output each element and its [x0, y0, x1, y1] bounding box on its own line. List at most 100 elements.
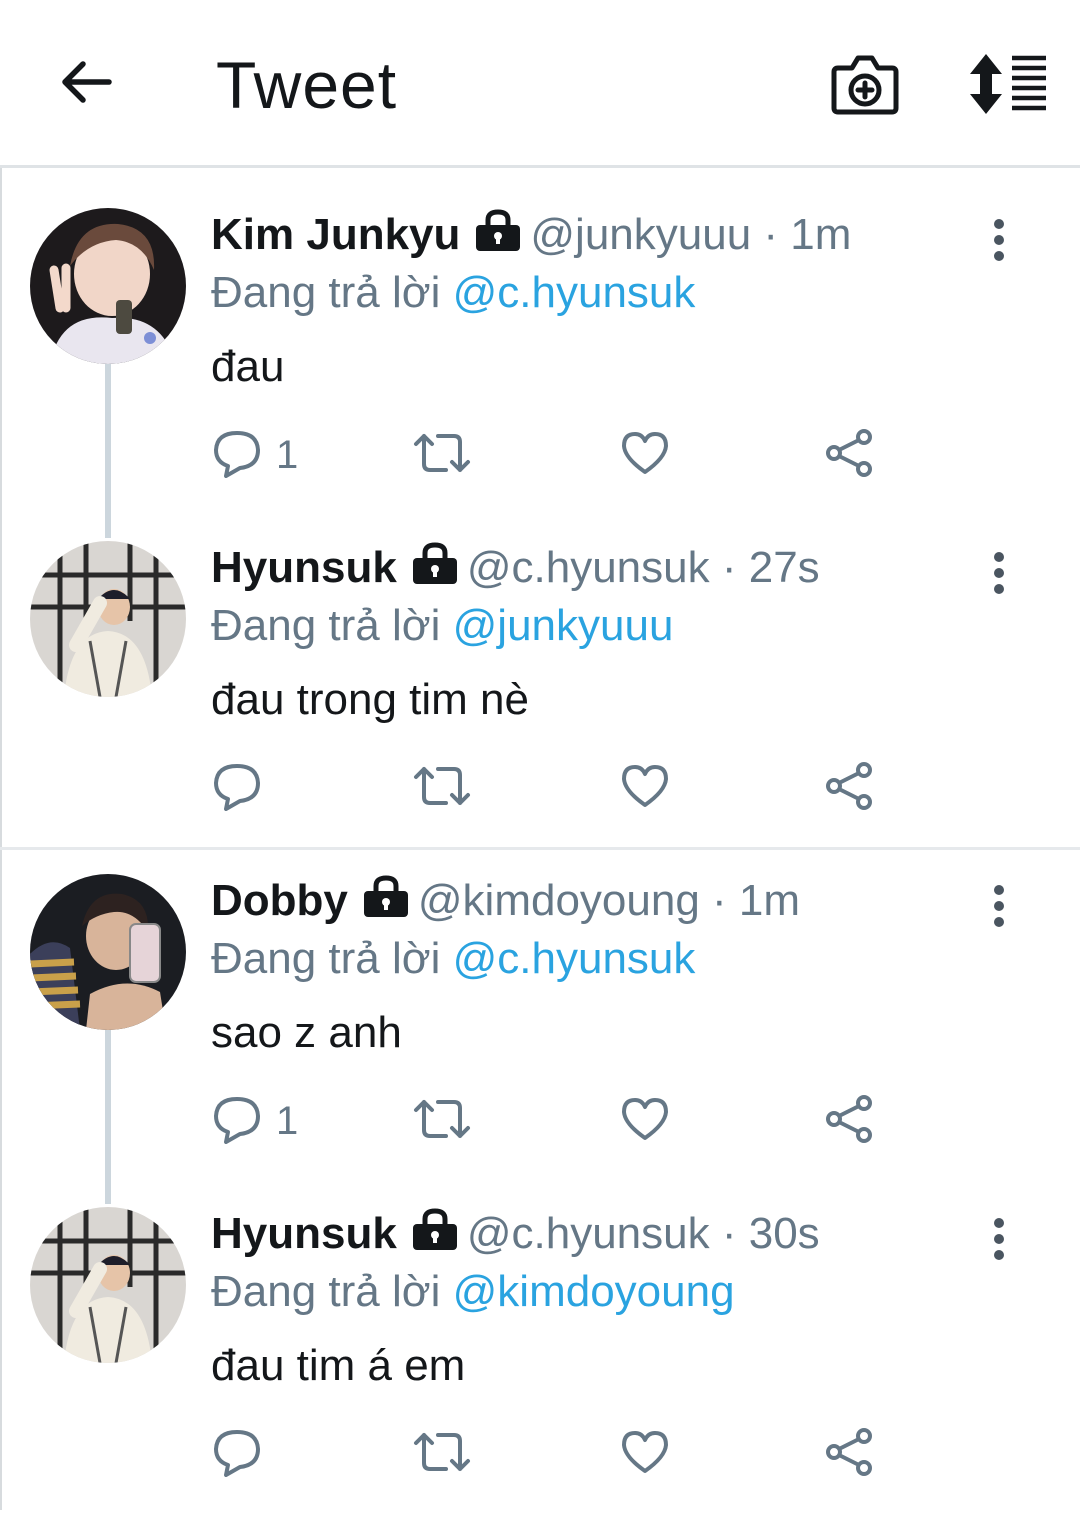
- replying-to-handle[interactable]: @kimdoyoung: [453, 1267, 735, 1316]
- avatar-image: [30, 541, 186, 697]
- replying-prefix: Đang trả lời: [211, 268, 441, 317]
- replying-to-handle[interactable]: @c.hyunsuk: [453, 268, 696, 317]
- meta-separator: ·: [709, 1209, 749, 1258]
- heart-icon: [622, 1098, 668, 1140]
- like-button[interactable]: [620, 1094, 672, 1150]
- share-button[interactable]: [824, 1427, 876, 1483]
- heart-icon: [622, 1431, 668, 1473]
- share-icon: [826, 429, 872, 477]
- display-name[interactable]: Hyunsuk: [211, 543, 397, 592]
- replying-to-handle[interactable]: @c.hyunsuk: [453, 934, 696, 983]
- tweet-meta: Hyunsuk @c.hyunsuk · 27s: [211, 541, 820, 595]
- more-options-button[interactable]: [984, 549, 1014, 597]
- lock-icon: [412, 542, 457, 584]
- retweet-button[interactable]: [412, 1094, 472, 1150]
- like-button[interactable]: [620, 761, 672, 817]
- tweet-meta: Hyunsuk @c.hyunsuk · 30s: [211, 1207, 820, 1261]
- reply-count: 1: [276, 433, 299, 477]
- retweet-icon: [414, 1433, 470, 1471]
- more-options-button[interactable]: [984, 216, 1014, 264]
- tweet-text: đau: [211, 342, 285, 391]
- replying-prefix: Đang trả lời: [211, 1267, 441, 1316]
- replying-to-handle[interactable]: @junkyuuu: [453, 601, 674, 650]
- avatar[interactable]: [30, 208, 186, 364]
- more-vertical-icon: [994, 219, 1004, 261]
- lock-icon: [412, 1208, 457, 1250]
- tweet-text: sao z anh: [211, 1008, 402, 1057]
- timestamp: 27s: [748, 543, 820, 592]
- meta-separator: ·: [751, 210, 791, 259]
- like-button[interactable]: [620, 1427, 672, 1483]
- tweet-meta: Dobby @kimdoyoung · 1m: [211, 874, 800, 928]
- tweet-item[interactable]: Hyunsuk @c.hyunsuk · 30s Đang trả lời @ki…: [0, 1199, 1080, 1531]
- back-button[interactable]: [55, 52, 115, 112]
- more-options-button[interactable]: [984, 882, 1014, 930]
- retweet-icon: [414, 767, 470, 805]
- thread-divider: [0, 847, 1080, 850]
- lock-icon: [476, 209, 521, 251]
- like-button[interactable]: [620, 428, 672, 484]
- retweet-button[interactable]: [412, 1427, 472, 1483]
- tweet-item[interactable]: Dobby @kimdoyoung · 1m Đang trả lời @c.hy…: [0, 866, 1080, 1198]
- replying-to-line: Đang trả lời @c.hyunsuk: [211, 932, 695, 986]
- more-vertical-icon: [994, 1218, 1004, 1260]
- reply-button[interactable]: 1: [212, 428, 322, 484]
- replying-to-line: Đang trả lời @c.hyunsuk: [211, 266, 695, 320]
- timestamp: 1m: [790, 210, 852, 259]
- replying-to-line: Đang trả lời @junkyuuu: [211, 599, 673, 653]
- more-vertical-icon: [994, 552, 1004, 594]
- meta-separator: ·: [699, 876, 739, 925]
- share-icon: [826, 762, 872, 810]
- share-icon: [826, 1428, 872, 1476]
- add-photo-button[interactable]: [830, 50, 900, 118]
- heart-icon: [622, 765, 668, 807]
- display-name[interactable]: Hyunsuk: [211, 1209, 397, 1258]
- user-handle: @c.hyunsuk: [466, 1209, 710, 1258]
- reply-bubble-icon: [214, 431, 260, 478]
- sort-order-icon: [970, 54, 1046, 114]
- replying-prefix: Đang trả lời: [211, 934, 441, 983]
- avatar[interactable]: [30, 874, 186, 1030]
- lock-icon: [363, 875, 408, 917]
- tweet-meta: Kim Junkyu @junkyuuu · 1m: [211, 208, 851, 262]
- tweet-text: đau trong tim nè: [211, 675, 529, 724]
- reply-bubble-icon: [214, 1097, 260, 1144]
- avatar-image: [30, 874, 186, 1030]
- camera-plus-icon: [831, 55, 899, 115]
- retweet-button[interactable]: [412, 761, 472, 817]
- meta-separator: ·: [709, 543, 749, 592]
- retweet-icon: [414, 1100, 470, 1138]
- share-button[interactable]: [824, 428, 876, 484]
- reply-bubble-icon: [214, 764, 260, 811]
- more-options-button[interactable]: [984, 1215, 1014, 1263]
- heart-icon: [622, 432, 668, 474]
- arrow-left-icon: [62, 61, 112, 103]
- user-handle: @c.hyunsuk: [466, 543, 710, 592]
- top-app-bar: Tweet: [0, 0, 1080, 168]
- share-icon: [826, 1095, 872, 1143]
- reply-button[interactable]: 1: [212, 1094, 322, 1150]
- avatar[interactable]: [30, 541, 186, 697]
- avatar[interactable]: [30, 1207, 186, 1363]
- avatar-image: [30, 208, 186, 364]
- replying-to-line: Đang trả lời @kimdoyoung: [211, 1265, 735, 1319]
- page-title: Tweet: [216, 48, 398, 122]
- retweet-button[interactable]: [412, 428, 472, 484]
- timestamp: 1m: [738, 876, 801, 925]
- sort-button[interactable]: [968, 52, 1048, 116]
- tweet-item[interactable]: Kim Junkyu @junkyuuu · 1m Đang trả lời @c…: [0, 200, 1080, 532]
- thread-group: Kim Junkyu @junkyuuu · 1m Đang trả lời @c…: [0, 200, 1080, 848]
- share-button[interactable]: [824, 761, 876, 817]
- avatar-image: [30, 1207, 186, 1363]
- thread-group: Dobby @kimdoyoung · 1m Đang trả lời @c.hy…: [0, 866, 1080, 1510]
- timestamp: 30s: [748, 1209, 820, 1258]
- tweet-item[interactable]: Hyunsuk @c.hyunsuk · 27s Đang trả lời @ju…: [0, 533, 1080, 865]
- share-button[interactable]: [824, 1094, 876, 1150]
- tweet-text: đau tim á em: [211, 1341, 466, 1390]
- reply-button[interactable]: [212, 1427, 322, 1483]
- reply-button[interactable]: [212, 761, 322, 817]
- display-name[interactable]: Kim Junkyu: [211, 210, 460, 259]
- replying-prefix: Đang trả lời: [211, 601, 441, 650]
- display-name[interactable]: Dobby: [211, 876, 348, 925]
- more-vertical-icon: [994, 885, 1004, 927]
